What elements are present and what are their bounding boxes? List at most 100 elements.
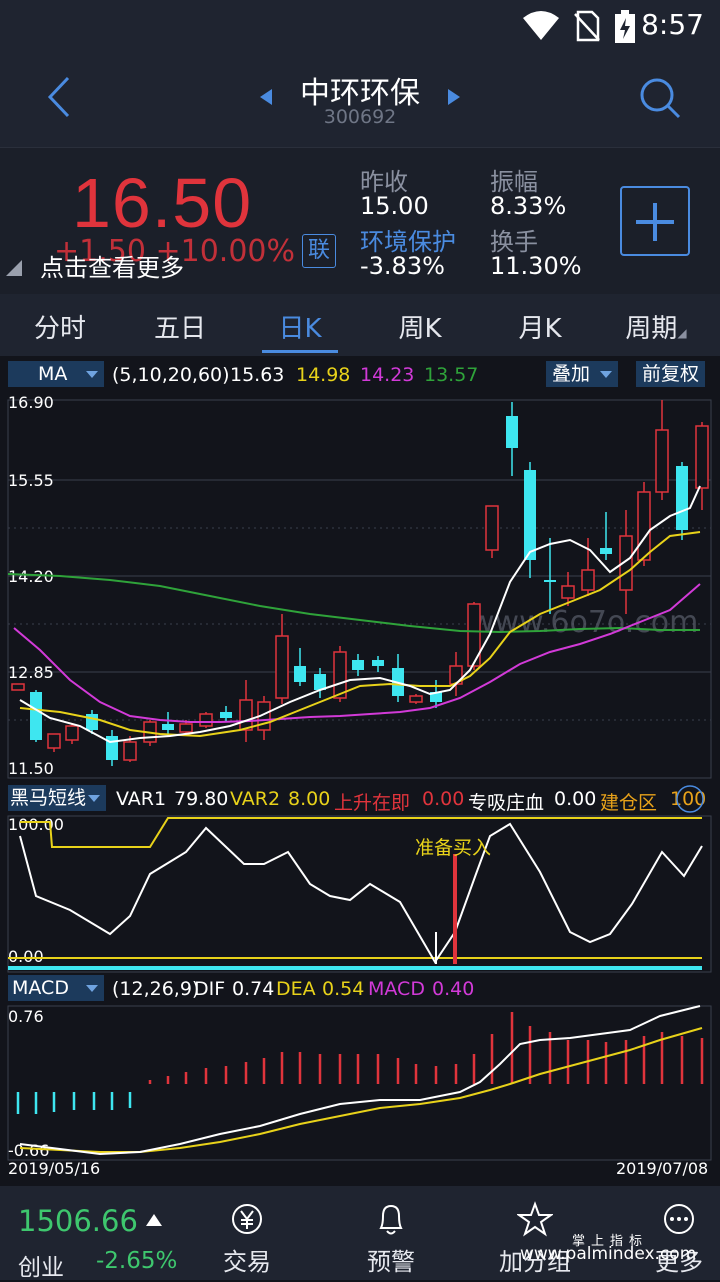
triangle-icon: ◢ xyxy=(677,326,687,340)
settings-ring-icon[interactable] xyxy=(674,784,706,814)
var2-line xyxy=(20,817,702,848)
rise-value: 0.00 xyxy=(422,788,465,810)
macd-params: (12,26,9) xyxy=(112,978,200,1000)
nav-trade[interactable]: 交易 xyxy=(192,1200,302,1277)
ma5-value: 15.63 xyxy=(230,364,285,386)
candle-body xyxy=(637,491,651,561)
candle-body xyxy=(162,724,174,730)
candles xyxy=(11,400,709,766)
candle-body xyxy=(30,692,42,740)
candle-body xyxy=(524,470,536,560)
axis-label-bottom: 11.50 xyxy=(8,759,54,778)
watermark: www.6o7o.com xyxy=(470,605,698,640)
chart-area[interactable]: MA (5,10,20,60) 15.63 14.98 14.23 13.57 … xyxy=(0,356,720,1186)
tab-weekly-k[interactable]: 周K xyxy=(360,308,480,345)
tab-daily-k[interactable]: 日K xyxy=(240,308,360,345)
turnover-value: 11.30% xyxy=(490,252,582,280)
var2-value: 8.00 xyxy=(288,788,331,810)
adjust-button[interactable]: 前复权 xyxy=(636,361,706,387)
hm-selector[interactable]: 黑马短线 xyxy=(8,785,106,811)
candle-body xyxy=(47,733,61,749)
candle-body xyxy=(485,505,499,551)
macd-axis-top: 0.76 xyxy=(8,1007,44,1026)
axis-label-3: 14.20 xyxy=(8,567,54,586)
quote-panel[interactable]: 16.50 +1.50 +10.00% 点击查看更多 联 昨收 15.00 环境… xyxy=(0,147,720,294)
candle-body xyxy=(372,660,384,666)
candle-body xyxy=(179,723,193,733)
period-tabs: 分时 五日 日K 周K 月K 周期◢ xyxy=(0,294,720,356)
hm-legend: 黑马短线 VAR1 79.80 VAR2 8.00 上升在即 0.00 专吸庄血… xyxy=(0,782,720,814)
nav-alert-label: 预警 xyxy=(367,1248,415,1276)
macd-chart[interactable]: 0.76 -0.66 2019/05/16 2019/07/08 xyxy=(0,1004,720,1184)
yen-cycle-icon xyxy=(232,1204,262,1234)
ma-params: (5,10,20,60) xyxy=(112,364,230,386)
macd-histogram xyxy=(16,1012,704,1114)
candle-body xyxy=(409,695,423,703)
battery-charging-icon xyxy=(615,10,635,43)
dea-line xyxy=(19,1027,703,1153)
absorb-label: 专吸庄血 xyxy=(468,792,545,814)
more-dots-icon xyxy=(664,1204,694,1234)
var1-value: 79.80 xyxy=(174,788,229,810)
tab-five-day[interactable]: 五日 xyxy=(120,308,240,345)
macd-value: 0.40 xyxy=(432,978,475,1000)
candle-body xyxy=(275,635,289,699)
caret-up-icon[interactable] xyxy=(146,1214,162,1226)
date-end: 2019/07/08 xyxy=(616,1159,708,1178)
macd-selector[interactable]: MACD xyxy=(8,975,104,1001)
no-sim-icon xyxy=(574,10,600,42)
var1-label: VAR1 xyxy=(116,788,167,810)
dif-value: 0.74 xyxy=(232,978,275,1000)
ma20-value: 14.23 xyxy=(360,364,415,386)
nav-trade-label: 交易 xyxy=(223,1248,271,1276)
var2-label: VAR2 xyxy=(230,788,281,810)
candle-body xyxy=(655,429,669,493)
axis-label-top: 16.90 xyxy=(8,393,54,412)
candlestick-chart[interactable]: 16.90 15.55 14.20 12.85 11.50 www.6o7o.c… xyxy=(0,390,720,780)
candle-body xyxy=(11,683,25,691)
axis-label-4: 12.85 xyxy=(8,663,54,682)
linked-button[interactable]: 联 xyxy=(302,234,336,268)
view-more-tip[interactable]: 点击查看更多 xyxy=(40,248,184,283)
axis-label-2: 15.55 xyxy=(8,471,54,490)
candle-body xyxy=(239,699,253,731)
ma-selector[interactable]: MA xyxy=(8,361,104,387)
hm-axis-bottom: 0.00 xyxy=(8,947,44,966)
index-value[interactable]: 1506.66 xyxy=(18,1204,138,1238)
macd-label: MACD xyxy=(368,978,425,1000)
ma60-value: 13.57 xyxy=(424,364,479,386)
site-watermark: www.palmindex.com xyxy=(520,1244,697,1264)
status-bar: 8:57 xyxy=(0,0,720,50)
add-watchlist-button[interactable] xyxy=(620,186,690,256)
candle-body xyxy=(544,580,556,582)
rise-label: 上升在即 xyxy=(334,792,411,814)
candle-body xyxy=(333,651,347,699)
ma-selector-label: MA xyxy=(38,363,68,385)
wifi-icon xyxy=(523,11,559,40)
hm-indicator-chart[interactable]: 100.00 0.00 准备买入 xyxy=(0,814,720,974)
candle-body xyxy=(294,666,306,682)
next-stock-icon[interactable] xyxy=(446,88,462,106)
nav-alert[interactable]: 预警 xyxy=(336,1200,446,1277)
candle-body xyxy=(506,416,518,448)
last-price: 16.50 xyxy=(72,164,253,242)
tab-period[interactable]: 周期◢ xyxy=(596,308,716,345)
dif-line xyxy=(19,1005,701,1156)
ma-legend: MA (5,10,20,60) 15.63 14.98 14.23 13.57 … xyxy=(0,358,720,390)
dea-label: DEA xyxy=(276,978,316,1000)
candle-body xyxy=(106,736,118,760)
candle-body xyxy=(65,725,79,741)
candle-body xyxy=(352,660,364,670)
candle-body xyxy=(220,712,232,718)
candle-body xyxy=(561,585,575,599)
candle-body xyxy=(581,569,595,591)
tab-intraday[interactable]: 分时 xyxy=(0,308,120,345)
search-icon[interactable] xyxy=(638,76,682,120)
active-tab-indicator xyxy=(262,350,338,353)
clock: 8:57 xyxy=(641,8,704,41)
candle-body xyxy=(86,714,98,730)
macd-axis-bottom: -0.66 xyxy=(8,1141,49,1160)
tab-monthly-k[interactable]: 月K xyxy=(480,308,600,345)
overlay-dropdown[interactable]: 叠加 xyxy=(546,361,619,387)
prev-close-value: 15.00 xyxy=(360,192,429,220)
